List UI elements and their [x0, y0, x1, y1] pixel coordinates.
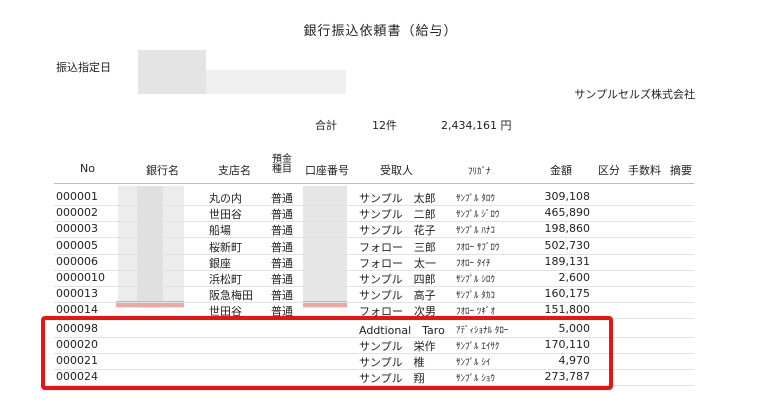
total-label: 合計 [315, 119, 337, 132]
cell-kana: ｻﾝﾌﾟﾙ ﾀｶｺ [456, 291, 495, 302]
transfer-date-label: 振込指定日 [56, 61, 111, 74]
table-row: 000002 世田谷 普通 サンプル 二郎 ｻﾝﾌﾟﾙ ｼﾞﾛｳ 465,890 [0, 205, 761, 221]
cell-no: 000014 [56, 303, 98, 317]
header-amount: 金額 [550, 164, 572, 177]
cell-kana: ｻﾝﾌﾟﾙ ﾊﾅｺ [456, 226, 495, 237]
header-fee: 手数料 [628, 164, 661, 177]
cell-kana: ｻﾝﾌﾟﾙ ｼﾛｳ [456, 275, 495, 285]
header-branch: 支店名 [218, 164, 251, 177]
cell-recipient: サンプル 花子 [359, 224, 436, 238]
cell-amount: 151,800 [544, 303, 591, 317]
cell-deposit-type: 普通 [271, 208, 293, 222]
table-row: 000013 阪急梅田 普通 サンプル 高子 ｻﾝﾌﾟﾙ ﾀｶｺ 160,175 [0, 286, 761, 302]
header-deposit-type-line2: 種目 [272, 164, 292, 175]
header-kana: ﾌﾘｶﾞﾅ [468, 167, 491, 177]
cell-kana: ｻﾝﾌﾟﾙ ｼﾞﾛｳ [456, 210, 500, 221]
cell-recipient: フォロー 三郎 [359, 240, 436, 254]
cell-no: 000003 [56, 222, 98, 236]
cell-deposit-type: 普通 [271, 192, 293, 205]
table-row: 000001 丸の内 普通 サンプル 太郎 ｻﾝﾌﾟﾙ ﾀﾛｳ 309,108 [0, 189, 761, 205]
cell-kana: ｻﾝﾌﾟﾙ ﾀﾛｳ [456, 194, 495, 204]
header-account: 口座番号 [305, 164, 349, 177]
header-divider [54, 183, 694, 184]
cell-recipient: サンプル 高子 [359, 289, 436, 303]
table-row: 000003 船場 普通 サンプル 花子 ｻﾝﾌﾟﾙ ﾊﾅｺ 198,860 [0, 221, 761, 237]
cell-amount: 2,600 [558, 271, 591, 284]
cell-kana: ﾌｵﾛｰ ｻﾌﾞﾛｳ [456, 242, 500, 253]
cell-amount: 189,131 [544, 254, 591, 268]
header-no: No [80, 162, 95, 175]
cell-deposit-type: 普通 [271, 224, 293, 238]
document-title: 銀行振込依頼書（給与） [303, 24, 458, 39]
cell-amount: 198,860 [544, 222, 591, 236]
cell-no: 000001 [56, 190, 98, 203]
header-recipient: 受取人 [380, 164, 413, 177]
cell-amount: 465,890 [544, 206, 591, 220]
cell-branch: 丸の内 [209, 192, 242, 205]
cell-recipient: フォロー 太一 [359, 256, 436, 270]
header-bank: 銀行名 [146, 164, 179, 177]
cell-branch: 世田谷 [209, 208, 242, 222]
cell-no: 000002 [56, 206, 98, 220]
cell-no: 0000010 [56, 271, 105, 284]
cell-deposit-type: 普通 [271, 273, 293, 286]
cell-amount: 160,175 [544, 287, 591, 301]
cell-amount: 502,730 [544, 238, 591, 252]
table-row: 000005 桜新町 普通 フォロー 三郎 ﾌｵﾛｰ ｻﾌﾞﾛｳ 502,730 [0, 238, 761, 254]
table-row: 0000010 浜松町 普通 サンプル 四郎 ｻﾝﾌﾟﾙ ｼﾛｳ 2,600 [0, 270, 761, 286]
cell-branch: 銀座 [209, 256, 231, 270]
cell-no: 000013 [56, 287, 98, 301]
cell-amount: 309,108 [544, 190, 591, 203]
cell-branch: 桜新町 [209, 240, 242, 254]
cell-branch: 船場 [209, 224, 231, 238]
cell-recipient: サンプル 太郎 [359, 192, 436, 205]
cell-branch: 浜松町 [209, 273, 242, 286]
header-category: 区分 [598, 164, 620, 177]
cell-no: 000006 [56, 254, 98, 268]
total-count: 12件 [372, 119, 397, 132]
company-name: サンプルセルズ株式会社 [574, 88, 695, 101]
cell-no: 000005 [56, 238, 98, 252]
cell-branch: 阪急梅田 [209, 289, 253, 303]
total-amount: 2,434,161 円 [441, 119, 512, 132]
cell-recipient: サンプル 二郎 [359, 208, 436, 222]
highlight-box [41, 316, 613, 390]
cell-kana: ﾌｵﾛｰ ﾀｲﾁ [456, 258, 491, 269]
redacted-date [138, 50, 206, 94]
header-summary: 摘要 [670, 164, 692, 177]
table-row: 000006 銀座 普通 フォロー 太一 ﾌｵﾛｰ ﾀｲﾁ 189,131 [0, 254, 761, 270]
redacted-date-2 [206, 70, 346, 94]
cell-deposit-type: 普通 [271, 289, 293, 303]
header-deposit-type: 預金 種目 [272, 155, 292, 175]
cell-recipient: サンプル 四郎 [359, 273, 436, 286]
cell-deposit-type: 普通 [271, 256, 293, 270]
cell-deposit-type: 普通 [271, 240, 293, 254]
